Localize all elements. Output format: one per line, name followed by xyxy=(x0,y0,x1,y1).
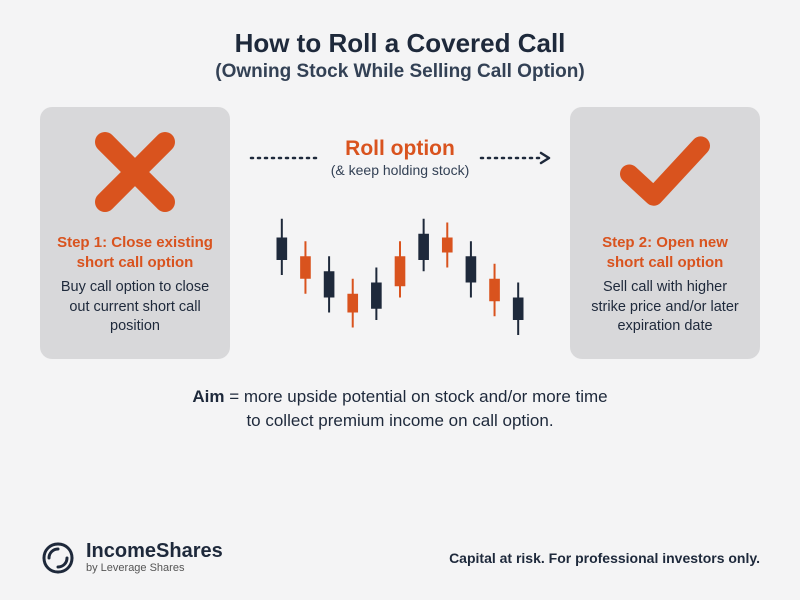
candlestick-chart xyxy=(270,200,530,350)
disclaimer-text: Capital at risk. For professional invest… xyxy=(449,550,760,566)
footer: IncomeShares by Leverage Shares Capital … xyxy=(0,540,800,576)
step-1-panel: Step 1: Close existing short call option… xyxy=(40,107,230,359)
middle-column: Roll option (& keep holding stock) xyxy=(238,107,562,350)
arrow-left-icon xyxy=(249,151,321,165)
step-2-panel: Step 2: Open new short call option Sell … xyxy=(570,107,760,359)
main-row: Step 1: Close existing short call option… xyxy=(0,83,800,359)
aim-block: Aim = more upside potential on stock and… xyxy=(0,385,800,434)
roll-title: Roll option xyxy=(331,137,470,161)
logo-byline: by Leverage Shares xyxy=(86,563,223,575)
roll-sub: (& keep holding stock) xyxy=(331,162,470,178)
aim-label: Aim xyxy=(192,387,224,406)
arrow-right-icon xyxy=(479,151,551,165)
page-subtitle: (Owning Stock While Selling Call Option) xyxy=(0,61,800,83)
logo-text: IncomeShares by Leverage Shares xyxy=(86,541,223,575)
logo-block: IncomeShares by Leverage Shares xyxy=(40,540,223,576)
step-1-label: Step 1: Close existing short call option xyxy=(54,233,216,272)
step-2-body: Sell call with higher strike price and/o… xyxy=(584,278,746,337)
aim-text-2: to collect premium income on call option… xyxy=(0,409,800,434)
step-1-body: Buy call option to close out current sho… xyxy=(54,278,216,337)
close-x-icon xyxy=(90,127,180,217)
step-2-label: Step 2: Open new short call option xyxy=(584,233,746,272)
logo-icon xyxy=(40,540,76,576)
roll-row: Roll option (& keep holding stock) xyxy=(238,137,562,178)
roll-text: Roll option (& keep holding stock) xyxy=(331,137,470,178)
aim-text-1: = more upside potential on stock and/or … xyxy=(224,387,607,406)
title-block: How to Roll a Covered Call (Owning Stock… xyxy=(0,0,800,83)
checkmark-icon xyxy=(620,127,710,217)
page-title: How to Roll a Covered Call xyxy=(0,28,800,59)
logo-name: IncomeShares xyxy=(86,541,223,562)
